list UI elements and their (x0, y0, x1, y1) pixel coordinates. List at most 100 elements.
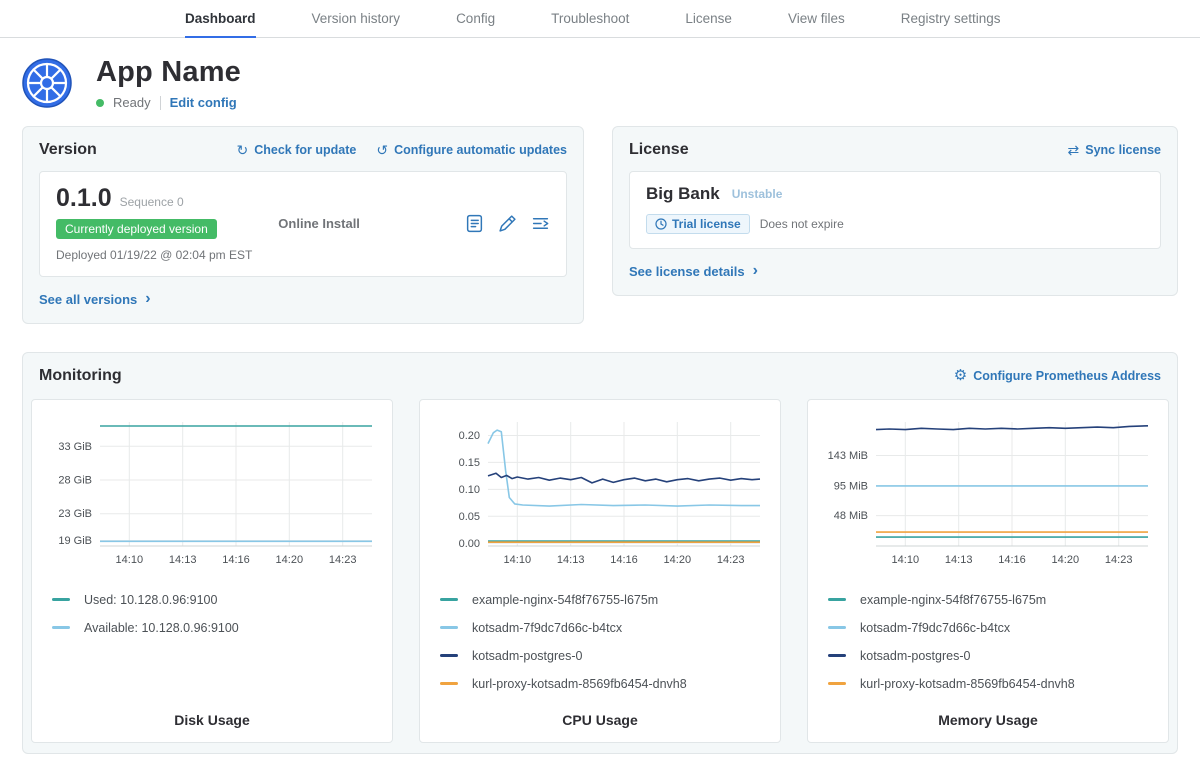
cpu-usage-chart: 0.000.050.100.150.2014:1014:1314:1614:20… (432, 412, 768, 574)
tab-dashboard[interactable]: Dashboard (185, 0, 256, 38)
svg-text:0.00: 0.00 (459, 537, 480, 549)
svg-text:14:13: 14:13 (945, 554, 973, 566)
edit-config-icon[interactable] (498, 214, 517, 233)
legend-swatch (440, 682, 458, 685)
svg-text:14:10: 14:10 (892, 554, 920, 566)
configure-automatic-updates-link[interactable]: ↺ Configure automatic updates (376, 143, 567, 157)
app-status: Ready (113, 95, 151, 110)
svg-text:14:13: 14:13 (169, 554, 197, 566)
legend-label: kotsadm-postgres-0 (860, 649, 970, 663)
legend-label: example-nginx-54f8f76755-l675m (472, 593, 658, 607)
svg-text:14:20: 14:20 (276, 554, 304, 566)
svg-text:95 MiB: 95 MiB (834, 480, 868, 492)
install-type: Online Install (278, 216, 465, 231)
legend-item: kotsadm-postgres-0 (828, 642, 1158, 670)
tab-view-files[interactable]: View files (788, 0, 845, 38)
check-for-update-label: Check for update (254, 143, 356, 157)
tab-license[interactable]: License (685, 0, 732, 38)
svg-text:14:20: 14:20 (1052, 554, 1080, 566)
chart-title: CPU Usage (430, 698, 770, 728)
dashboard-page: App Name Ready Edit config Version ↻ Che… (0, 56, 1200, 768)
license-info-box: Big Bank Unstable Trial license Does not… (629, 171, 1161, 249)
legend-item: kurl-proxy-kotsadm-8569fb6454-dnvh8 (828, 670, 1158, 698)
see-all-versions-link[interactable]: See all versions › (39, 291, 151, 307)
sync-icon: ⇄ (1068, 143, 1080, 157)
svg-text:0.20: 0.20 (459, 430, 480, 442)
svg-text:14:16: 14:16 (222, 554, 250, 566)
chart-legend: example-nginx-54f8f76755-l675m kotsadm-7f… (430, 586, 770, 698)
legend-swatch (440, 598, 458, 601)
version-number: 0.1.0 (56, 184, 112, 213)
sync-license-label: Sync license (1085, 143, 1161, 157)
see-all-versions-label: See all versions (39, 292, 137, 307)
configure-prometheus-label: Configure Prometheus Address (973, 369, 1161, 383)
chart-card-memory-usage: 48 MiB95 MiB143 MiB14:1014:1314:1614:201… (807, 399, 1169, 743)
see-license-details-link[interactable]: See license details › (629, 263, 758, 279)
tab-registry-settings[interactable]: Registry settings (901, 0, 1001, 38)
version-card-header: Version ↻ Check for update ↺ Configure a… (39, 141, 567, 159)
svg-text:0.05: 0.05 (459, 510, 480, 522)
legend-swatch (828, 654, 846, 657)
tab-troubleshoot[interactable]: Troubleshoot (551, 0, 629, 38)
legend-label: kotsadm-postgres-0 (472, 649, 582, 663)
legend-label: Available: 10.128.0.96:9100 (84, 621, 239, 635)
chart-card-disk-usage: 19 GiB23 GiB28 GiB33 GiB14:1014:1314:161… (31, 399, 393, 743)
version-card-title: Version (39, 141, 97, 159)
top-nav: Dashboard Version history Config Troublesho… (0, 0, 1200, 38)
svg-text:14:20: 14:20 (664, 554, 692, 566)
tab-version-history[interactable]: Version history (312, 0, 401, 38)
sync-license-link[interactable]: ⇄ Sync license (1068, 143, 1161, 157)
deployed-badge: Currently deployed version (56, 219, 217, 239)
memory-usage-chart: 48 MiB95 MiB143 MiB14:1014:1314:1614:201… (820, 412, 1156, 574)
configure-automatic-updates-label: Configure automatic updates (394, 143, 567, 157)
svg-text:0.10: 0.10 (459, 483, 480, 495)
version-action-icons (465, 214, 550, 233)
refresh-icon: ↻ (236, 143, 248, 157)
legend-item: kotsadm-7f9dc7d66c-b4tcx (440, 614, 770, 642)
status-row: Ready Edit config (96, 95, 241, 110)
chevron-right-icon: › (145, 291, 150, 307)
legend-item: Available: 10.128.0.96:9100 (52, 614, 382, 642)
release-notes-icon[interactable] (531, 214, 550, 233)
tab-config[interactable]: Config (456, 0, 495, 38)
svg-text:143 MiB: 143 MiB (828, 450, 868, 462)
legend-swatch (828, 626, 846, 629)
legend-item: kurl-proxy-kotsadm-8569fb6454-dnvh8 (440, 670, 770, 698)
version-card-actions: ↻ Check for update ↺ Configure automatic… (236, 143, 567, 157)
svg-text:23 GiB: 23 GiB (58, 508, 92, 520)
version-card: Version ↻ Check for update ↺ Configure a… (22, 126, 584, 324)
svg-text:33 GiB: 33 GiB (58, 440, 92, 452)
license-expiration: Does not expire (760, 217, 844, 231)
customer-name: Big Bank (646, 184, 720, 204)
svg-text:48 MiB: 48 MiB (834, 510, 868, 522)
edit-config-link[interactable]: Edit config (170, 95, 237, 110)
disk-usage-chart: 19 GiB23 GiB28 GiB33 GiB14:1014:1314:161… (44, 412, 380, 574)
chart-title: Disk Usage (42, 698, 382, 728)
legend-label: kotsadm-7f9dc7d66c-b4tcx (860, 621, 1010, 635)
summary-cards-row: Version ↻ Check for update ↺ Configure a… (22, 126, 1178, 324)
svg-text:14:13: 14:13 (557, 554, 585, 566)
check-for-update-link[interactable]: ↻ Check for update (236, 143, 356, 157)
legend-label: kotsadm-7f9dc7d66c-b4tcx (472, 621, 622, 635)
preflight-checks-icon[interactable] (465, 214, 484, 233)
monitoring-title: Monitoring (39, 367, 122, 385)
svg-text:0.15: 0.15 (459, 456, 480, 468)
svg-text:14:10: 14:10 (116, 554, 144, 566)
svg-text:14:23: 14:23 (329, 554, 357, 566)
legend-swatch (52, 626, 70, 629)
svg-text:14:23: 14:23 (1105, 554, 1133, 566)
legend-item: Used: 10.128.0.96:9100 (52, 586, 382, 614)
app-icon (22, 58, 72, 108)
legend-swatch (440, 654, 458, 657)
svg-text:14:16: 14:16 (610, 554, 638, 566)
svg-text:19 GiB: 19 GiB (58, 535, 92, 547)
app-title: App Name (96, 56, 241, 89)
trial-license-label: Trial license (672, 217, 741, 231)
legend-item: kotsadm-7f9dc7d66c-b4tcx (828, 614, 1158, 642)
license-card-title: License (629, 141, 689, 159)
current-version-box: 0.1.0 Sequence 0 Currently deployed vers… (39, 171, 567, 277)
chart-card-cpu-usage: 0.000.050.100.150.2014:1014:1314:1614:20… (419, 399, 781, 743)
status-dot (96, 99, 104, 107)
nav-tabs: Dashboard Version history Config Troublesho… (185, 0, 1001, 37)
configure-prometheus-link[interactable]: ⚙ Configure Prometheus Address (954, 368, 1161, 383)
